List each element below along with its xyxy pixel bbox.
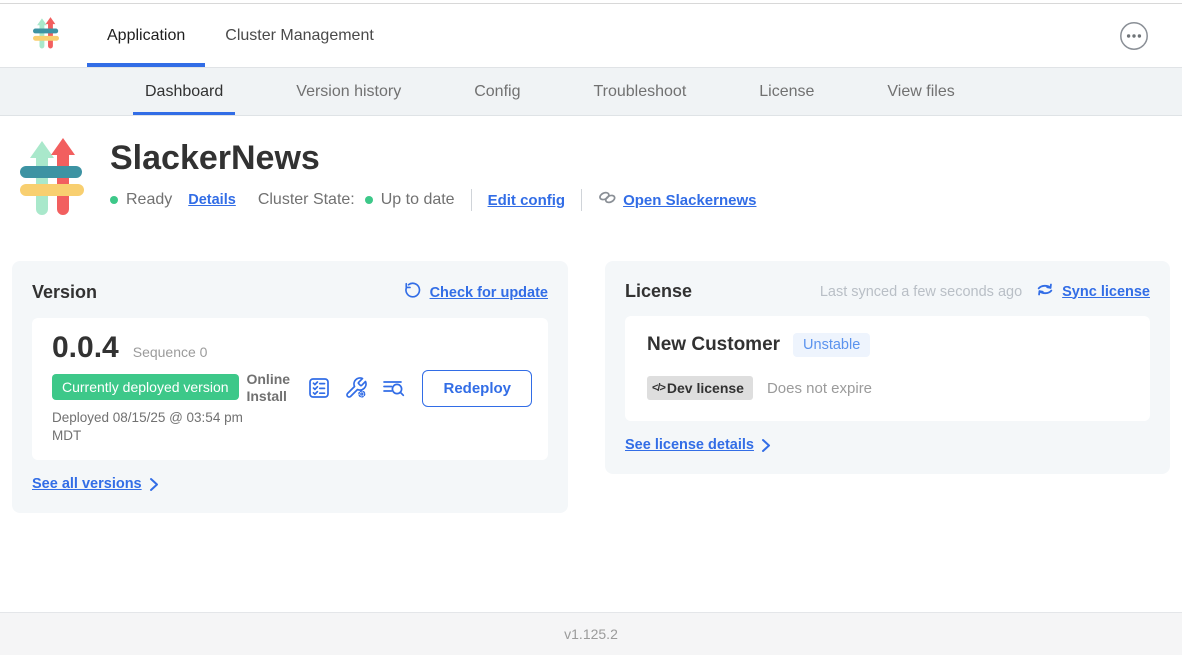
version-card: Version Check for update 0.0.4 Sequ bbox=[12, 261, 568, 513]
tab-application[interactable]: Application bbox=[87, 4, 205, 67]
last-synced-label: Last synced a few seconds ago bbox=[820, 284, 1022, 300]
version-card-title: Version bbox=[32, 282, 97, 303]
console-footer: v1.125.2 bbox=[0, 612, 1182, 655]
app-header: SlackerNews Ready Details Cluster State:… bbox=[0, 116, 1182, 221]
chain-link-icon bbox=[598, 189, 617, 211]
license-card: License Last synced a few seconds ago Sy… bbox=[605, 261, 1170, 474]
open-app-link-wrap[interactable]: Open Slackernews bbox=[598, 189, 756, 211]
configure-version-button[interactable] bbox=[344, 376, 368, 400]
dashboard-cards: Version Check for update 0.0.4 Sequ bbox=[12, 261, 1170, 513]
cluster-state-value: Up to date bbox=[381, 191, 455, 209]
lines-magnifier-icon bbox=[381, 388, 406, 403]
preflight-checks-button[interactable] bbox=[307, 376, 331, 400]
open-app-link[interactable]: Open Slackernews bbox=[623, 192, 756, 209]
sync-license-link[interactable]: Sync license bbox=[1062, 284, 1150, 300]
chevron-right-icon bbox=[761, 438, 771, 453]
page-title: SlackerNews bbox=[110, 140, 756, 177]
sync-arrows-icon bbox=[1036, 282, 1054, 302]
dashboard-sub-nav: Dashboard Version history Config Trouble… bbox=[0, 68, 1182, 116]
subtab-license-label: License bbox=[759, 83, 814, 101]
tab-cluster-management-label: Cluster Management bbox=[225, 27, 374, 45]
see-license-details-label[interactable]: See license details bbox=[625, 437, 754, 453]
check-for-update-icon bbox=[404, 281, 422, 304]
nav-spacer bbox=[394, 4, 1119, 67]
redeploy-button[interactable]: Redeploy bbox=[422, 370, 532, 407]
subtab-version-history-label: Version history bbox=[296, 83, 401, 101]
slackernews-app-logo-icon bbox=[20, 138, 84, 221]
app-status-row: Ready Details Cluster State: Up to date … bbox=[110, 189, 756, 211]
current-version-panel: 0.0.4 Sequence 0 Currently deployed vers… bbox=[32, 318, 548, 460]
edit-config-link[interactable]: Edit config bbox=[488, 192, 566, 209]
view-rendered-files-button[interactable] bbox=[381, 376, 406, 400]
install-type-label: Online Install bbox=[246, 371, 294, 406]
app-status-dot-icon bbox=[110, 196, 118, 204]
ellipsis-circle-icon bbox=[1119, 39, 1149, 54]
license-expiration: Does not expire bbox=[767, 380, 872, 397]
deployed-status-badge: Currently deployed version bbox=[52, 374, 239, 400]
chevron-right-icon bbox=[149, 477, 159, 492]
license-card-title: License bbox=[625, 281, 692, 302]
divider bbox=[471, 189, 472, 211]
subtab-config-label: Config bbox=[474, 83, 520, 101]
deployed-timestamp: Deployed 08/15/25 @ 03:54 pm MDT bbox=[52, 409, 246, 445]
check-for-update-link[interactable]: Check for update bbox=[430, 285, 548, 301]
license-type-label: Dev license bbox=[667, 380, 744, 396]
subtab-version-history[interactable]: Version history bbox=[284, 68, 413, 115]
tab-cluster-management[interactable]: Cluster Management bbox=[205, 4, 394, 67]
license-type-tag: </> Dev license bbox=[647, 376, 753, 400]
divider bbox=[581, 189, 582, 211]
subtab-config[interactable]: Config bbox=[462, 68, 532, 115]
tab-application-label: Application bbox=[107, 27, 185, 45]
see-all-versions-label[interactable]: See all versions bbox=[32, 476, 142, 492]
subtab-license[interactable]: License bbox=[747, 68, 826, 115]
slackernews-logo-icon bbox=[33, 17, 59, 54]
subtab-dashboard[interactable]: Dashboard bbox=[133, 68, 235, 115]
cluster-state-label: Cluster State: bbox=[258, 191, 355, 209]
wrench-gear-icon bbox=[344, 388, 368, 403]
more-menu-button[interactable] bbox=[1119, 21, 1149, 51]
app-status-label: Ready bbox=[126, 191, 172, 209]
code-tag-icon: </> bbox=[652, 382, 665, 394]
subtab-dashboard-label: Dashboard bbox=[145, 83, 223, 101]
license-detail-panel: New Customer Unstable </> Dev license Do… bbox=[625, 316, 1150, 421]
channel-badge: Unstable bbox=[793, 333, 870, 357]
cluster-state-dot-icon bbox=[365, 196, 373, 204]
see-all-versions-link[interactable]: See all versions bbox=[32, 476, 159, 492]
main-content: SlackerNews Ready Details Cluster State:… bbox=[0, 116, 1182, 612]
version-number: 0.0.4 bbox=[52, 331, 119, 365]
subtab-troubleshoot[interactable]: Troubleshoot bbox=[581, 68, 698, 115]
console-version: v1.125.2 bbox=[564, 626, 618, 642]
see-license-details-link[interactable]: See license details bbox=[625, 437, 771, 453]
top-nav-tabs: Application Cluster Management bbox=[87, 4, 394, 67]
customer-name: New Customer bbox=[647, 334, 780, 356]
subtab-troubleshoot-label: Troubleshoot bbox=[593, 83, 686, 101]
app-nav: Application Cluster Management bbox=[0, 4, 1182, 68]
subtab-view-files-label: View files bbox=[887, 83, 954, 101]
checklist-icon bbox=[307, 388, 331, 403]
details-link[interactable]: Details bbox=[188, 192, 236, 208]
sequence-label: Sequence 0 bbox=[133, 344, 208, 360]
subtab-view-files[interactable]: View files bbox=[875, 68, 966, 115]
